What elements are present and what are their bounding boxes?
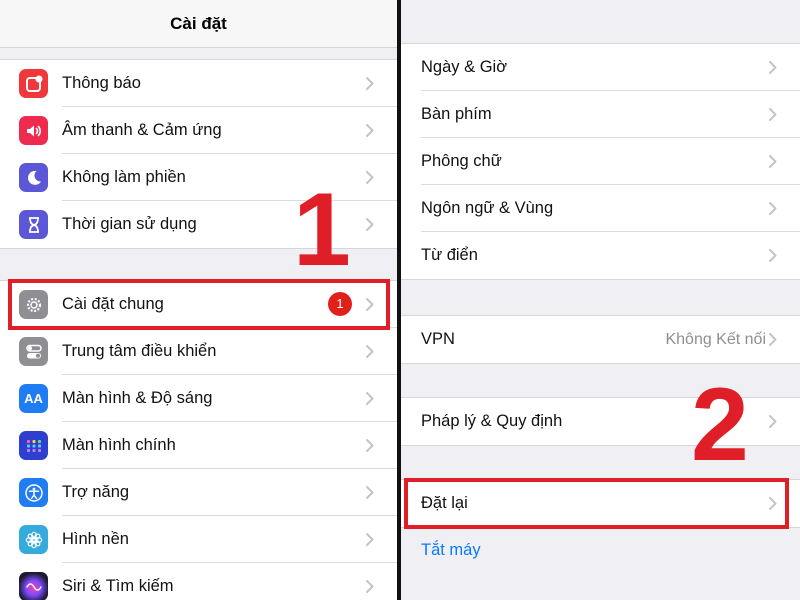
page-title: Cài đặt [170, 14, 227, 33]
row-label: Hình nền [62, 530, 129, 548]
chevron-right-icon [366, 298, 374, 311]
chevron-right-icon [366, 439, 374, 452]
moon-icon [19, 163, 48, 192]
settings-row-display-brightness[interactable]: AA Màn hình & Độ sáng [0, 375, 397, 422]
row-label: Ngày & Giờ [421, 58, 508, 76]
speaker-icon [19, 116, 48, 145]
settings-panel: Cài đặt Thông báo Âm thanh & Cảm ứng Khô… [0, 0, 397, 600]
settings-row-notifications[interactable]: Thông báo [0, 60, 397, 107]
settings-row-language-region[interactable]: Ngôn ngữ & Vùng [401, 185, 800, 232]
general-settings-panel: Ngày & Giờ Bàn phím Phông chữ Ngôn ngữ &… [401, 0, 800, 600]
settings-row-date-time[interactable]: Ngày & Giờ [401, 44, 800, 91]
notification-icon [19, 69, 48, 98]
settings-row-sounds[interactable]: Âm thanh & Cảm ứng [0, 107, 397, 154]
home-grid-icon [19, 431, 48, 460]
chevron-right-icon [366, 124, 374, 137]
row-label: Trợ năng [62, 483, 130, 501]
chevron-right-icon [366, 345, 374, 358]
accessibility-icon [19, 478, 48, 507]
chevron-right-icon [366, 218, 374, 231]
chevron-right-icon [366, 486, 374, 499]
settings-row-control-center[interactable]: Trung tâm điều khiển [0, 328, 397, 375]
chevron-right-icon [366, 580, 374, 593]
chevron-right-icon [366, 533, 374, 546]
shutdown-label: Tắt máy [421, 541, 481, 559]
chevron-right-icon [769, 202, 777, 215]
chevron-right-icon [366, 392, 374, 405]
row-label: Cài đặt chung [62, 295, 164, 313]
settings-group-vpn: VPN Không Kết nối [401, 315, 800, 364]
settings-row-home-screen[interactable]: Màn hình chính [0, 422, 397, 469]
settings-row-reset[interactable]: Đặt lại [401, 480, 800, 527]
settings-row-dictionary[interactable]: Từ điển [401, 232, 800, 279]
row-label: Pháp lý & Quy định [421, 412, 563, 430]
row-label: Từ điển [421, 246, 478, 264]
shutdown-button[interactable]: Tắt máy [401, 527, 800, 574]
navigation-bar: Cài đặt [0, 0, 397, 48]
row-label: Phông chữ [421, 152, 502, 170]
row-label: Âm thanh & Cảm ứng [62, 121, 222, 139]
settings-row-accessibility[interactable]: Trợ năng [0, 469, 397, 516]
row-label: Màn hình chính [62, 436, 176, 454]
settings-row-vpn[interactable]: VPN Không Kết nối [401, 316, 800, 363]
chevron-right-icon [366, 77, 374, 90]
settings-group-locale: Ngày & Giờ Bàn phím Phông chữ Ngôn ngữ &… [401, 43, 800, 280]
chevron-right-icon [769, 497, 777, 510]
vpn-status: Không Kết nối [665, 331, 766, 348]
notification-badge: 1 [328, 292, 352, 316]
chevron-right-icon [366, 171, 374, 184]
chevron-right-icon [769, 415, 777, 428]
row-label: Không làm phiền [62, 168, 186, 186]
settings-row-keyboard[interactable]: Bàn phím [401, 91, 800, 138]
settings-row-general[interactable]: Cài đặt chung 1 [0, 281, 397, 328]
row-label: VPN [421, 330, 455, 348]
settings-row-siri-search[interactable]: Siri & Tìm kiếm [0, 563, 397, 600]
step-number-2: 2 [691, 367, 749, 483]
chevron-right-icon [769, 108, 777, 121]
row-label: Ngôn ngữ & Vùng [421, 199, 554, 217]
hourglass-icon [19, 210, 48, 239]
settings-group-general: Cài đặt chung 1 Trung tâm điều khiển AA … [0, 280, 397, 600]
row-label: Màn hình & Độ sáng [62, 389, 213, 407]
flower-icon [19, 525, 48, 554]
gear-icon [19, 290, 48, 319]
row-label: Đặt lại [421, 494, 468, 512]
chevron-right-icon [769, 61, 777, 74]
settings-group-reset: Đặt lại [401, 479, 800, 528]
row-label: Siri & Tìm kiếm [62, 577, 174, 595]
chevron-right-icon [769, 333, 777, 346]
row-label: Thông báo [62, 74, 141, 92]
row-label: Trung tâm điều khiển [62, 342, 217, 360]
settings-row-fonts[interactable]: Phông chữ [401, 138, 800, 185]
row-label: Thời gian sử dụng [62, 215, 197, 233]
chevron-right-icon [769, 249, 777, 262]
text-size-icon: AA [19, 384, 48, 413]
siri-icon [19, 572, 48, 600]
step-number-1: 1 [293, 172, 351, 288]
settings-row-wallpaper[interactable]: Hình nền [0, 516, 397, 563]
chevron-right-icon [769, 155, 777, 168]
row-label: Bàn phím [421, 105, 492, 123]
toggles-icon [19, 337, 48, 366]
